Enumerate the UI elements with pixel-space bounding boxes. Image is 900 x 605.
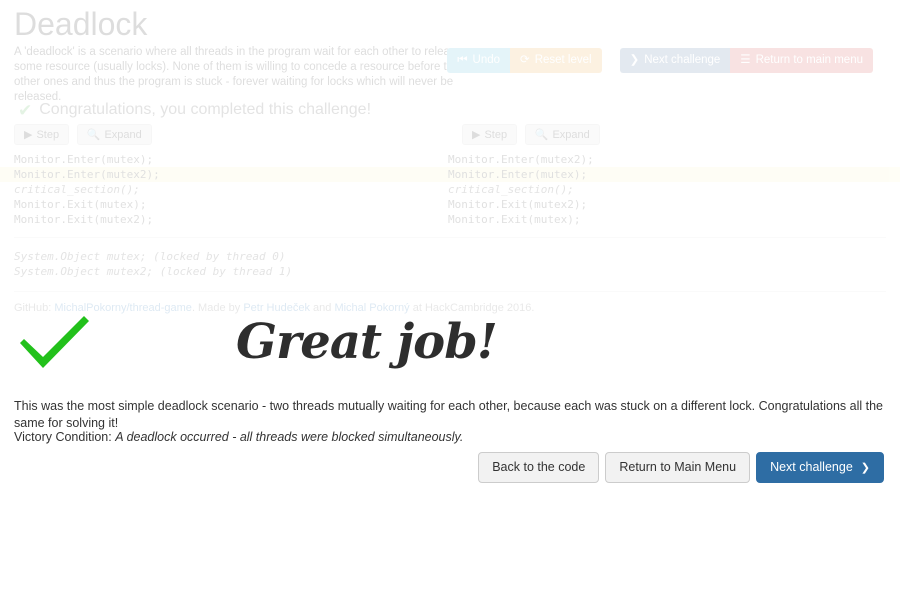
lock-state-list: System.Object mutex; (locked by thread 0… xyxy=(14,249,292,279)
thread-panel-0: ▶ Step 🔍 Expand xyxy=(0,124,440,146)
victory-headline: Great job! xyxy=(236,314,498,370)
completion-status: ✔ Congratulations, you completed this ch… xyxy=(18,101,371,119)
back-to-the-code-label: Back to the code xyxy=(492,460,586,474)
lock-state-line: System.Object mutex; (locked by thread 0… xyxy=(14,250,286,263)
chevron-right-icon: ❯ xyxy=(629,54,640,66)
code-listing: Monitor.Enter(mutex); Monitor.Enter(mutex… xyxy=(0,152,900,227)
victory-header: Great job! xyxy=(0,300,900,382)
next-challenge-button[interactable]: Next challenge ❯ xyxy=(756,452,884,483)
return-menu-label-top: Return to main menu xyxy=(755,54,863,66)
thread-1-expand-label: Expand xyxy=(552,128,590,141)
victory-condition-label: Victory Condition: xyxy=(14,430,112,444)
reset-level-label: Reset level xyxy=(534,54,592,66)
top-control-buttons: ⏮ Undo ⟳ Reset level ❯ Next challenge ☰ … xyxy=(447,48,873,73)
thread-0-step-button[interactable]: ▶ Step xyxy=(14,124,70,145)
thread-0-expand-label: Expand xyxy=(104,128,142,141)
undo-button-label: Undo xyxy=(472,54,501,66)
challenge-description: A 'deadlock' is a scenario where all thr… xyxy=(14,46,463,103)
return-to-main-menu-button-top[interactable]: ☰ Return to main menu xyxy=(730,48,873,73)
big-green-check-icon xyxy=(20,316,89,368)
victory-explanation: This was the most simple deadlock scenar… xyxy=(14,399,883,430)
thread-0-code-line: Monitor.Exit(mutex); xyxy=(14,198,147,211)
thread-1-controls: ▶ Step 🔍 Expand xyxy=(448,124,888,146)
thread-0-code-line: Monitor.Enter(mutex); xyxy=(14,153,154,166)
victory-action-buttons: Back to the code Return to Main Menu Nex… xyxy=(478,452,884,483)
thread-0-code-line: Monitor.Enter(mutex2); xyxy=(14,168,160,181)
victory-condition-text: A deadlock occurred - all threads were b… xyxy=(115,430,464,444)
thread-1-expand-button[interactable]: 🔍 Expand xyxy=(524,124,600,145)
thread-1-code-line: Monitor.Exit(mutex); xyxy=(448,213,581,226)
thread-1-code-line: Monitor.Enter(mutex2); xyxy=(448,153,594,166)
magnifier-icon: 🔍 xyxy=(534,129,549,141)
check-mark-icon: ✔ xyxy=(18,100,33,120)
step-backward-icon: ⏮ xyxy=(457,54,468,66)
victory-overlay: Great job! xyxy=(0,300,900,382)
return-to-main-menu-button[interactable]: Return to Main Menu xyxy=(605,452,751,483)
thread-0-code-line: Monitor.Exit(mutex2); xyxy=(14,213,154,226)
thread-panel-1: ▶ Step 🔍 Expand xyxy=(448,124,888,146)
next-menu-group: ❯ Next challenge ☰ Return to main menu xyxy=(619,48,873,73)
game-board-faded-layer: Deadlock A 'deadlock' is a scenario wher… xyxy=(0,0,900,320)
reset-level-button[interactable]: ⟳ Reset level xyxy=(510,48,602,73)
thread-1-code-line: critical_section(); xyxy=(448,183,574,196)
chevron-right-icon: ❯ xyxy=(860,461,870,474)
play-icon: ▶ xyxy=(472,129,481,141)
back-to-the-code-button[interactable]: Back to the code xyxy=(478,452,600,483)
lock-state-line: System.Object mutex2; (locked by thread … xyxy=(14,265,293,278)
thread-1-code-line: Monitor.Exit(mutex2); xyxy=(448,198,588,211)
divider-above-credits xyxy=(14,291,886,292)
code-row[interactable]: Monitor.Exit(mutex); Monitor.Exit(mutex2)… xyxy=(0,197,900,212)
refresh-icon: ⟳ xyxy=(520,54,530,66)
thread-1-code-line: Monitor.Enter(mutex); xyxy=(448,168,588,181)
magnifier-icon: 🔍 xyxy=(86,129,101,141)
thread-0-controls: ▶ Step 🔍 Expand xyxy=(0,124,440,146)
thread-0-code-line: critical_section(); xyxy=(14,183,140,196)
code-row[interactable]: critical_section(); critical_section(); xyxy=(0,182,900,197)
thread-panels: ▶ Step 🔍 Expand ▶ Step 🔍 Expand xyxy=(0,124,900,146)
completion-status-text: Congratulations, you completed this chal… xyxy=(39,101,372,118)
return-to-main-menu-label: Return to Main Menu xyxy=(619,460,737,474)
next-challenge-label-top: Next challenge xyxy=(644,54,721,66)
play-icon: ▶ xyxy=(24,129,33,141)
thread-1-step-button[interactable]: ▶ Step xyxy=(462,124,518,145)
code-row[interactable]: Monitor.Enter(mutex); Monitor.Enter(mutex… xyxy=(0,152,900,167)
next-challenge-label: Next challenge xyxy=(770,460,853,474)
thread-0-step-label: Step xyxy=(36,128,60,141)
code-row[interactable]: Monitor.Enter(mutex2); Monitor.Enter(mute… xyxy=(0,167,900,182)
undo-reset-group: ⏮ Undo ⟳ Reset level xyxy=(447,48,602,73)
next-challenge-button-top[interactable]: ❯ Next challenge xyxy=(619,48,731,73)
divider-above-locks xyxy=(14,237,886,238)
undo-button[interactable]: ⏮ Undo xyxy=(447,48,511,73)
victory-condition: Victory Condition: A deadlock occurred -… xyxy=(14,429,886,446)
hamburger-menu-icon: ☰ xyxy=(740,54,751,66)
page-title: Deadlock xyxy=(14,6,148,42)
thread-1-step-label: Step xyxy=(484,128,508,141)
code-row[interactable]: Monitor.Exit(mutex2); Monitor.Exit(mutex)… xyxy=(0,212,900,227)
thread-0-expand-button[interactable]: 🔍 Expand xyxy=(76,124,152,145)
